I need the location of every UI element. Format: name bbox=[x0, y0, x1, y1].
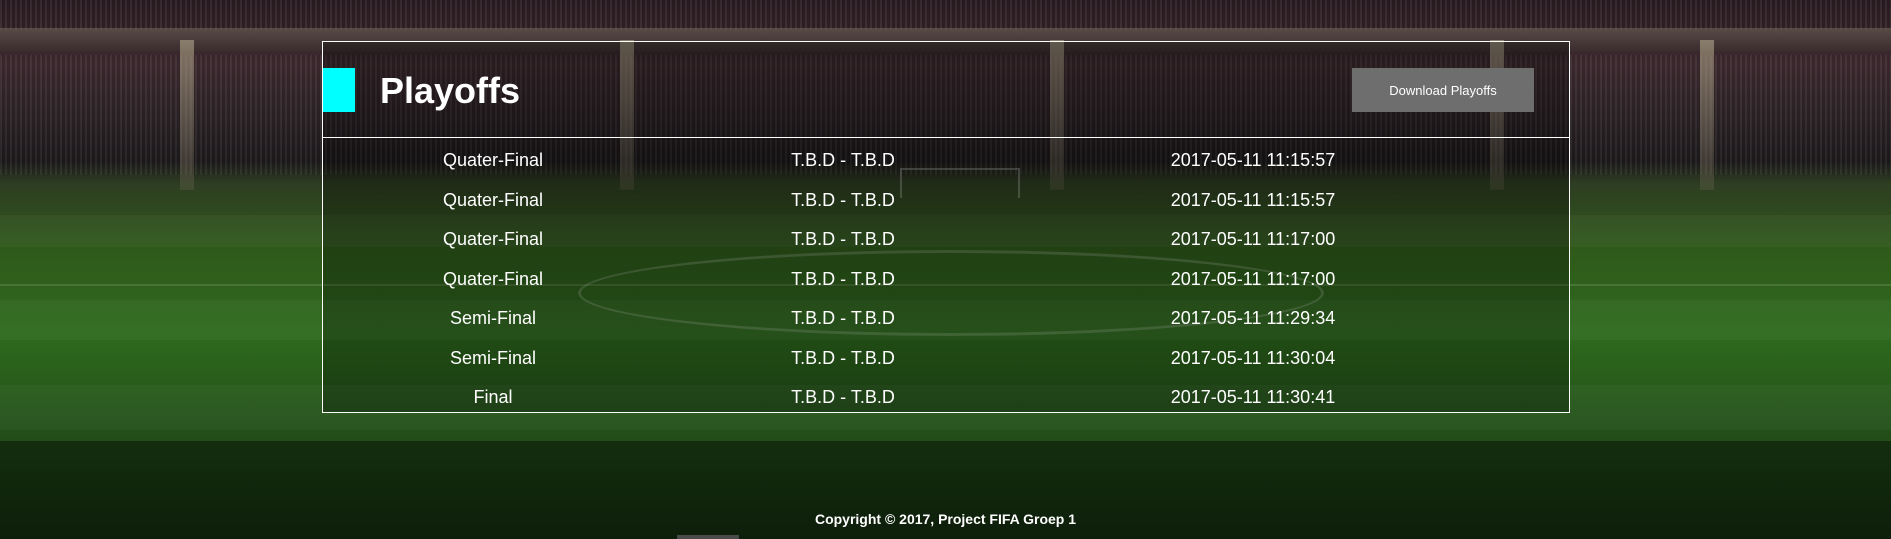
scrollbar-thumb[interactable] bbox=[677, 535, 739, 539]
table-row: Quater-Final T.B.D - T.B.D 2017-05-11 11… bbox=[323, 220, 1569, 260]
crowd-upper bbox=[0, 0, 1891, 30]
datetime-cell: 2017-05-11 11:15:57 bbox=[1170, 150, 1336, 170]
stadium-pillar bbox=[1700, 40, 1714, 190]
datetime-cell: 2017-05-11 11:30:41 bbox=[1170, 387, 1336, 407]
table-row: Quater-Final T.B.D - T.B.D 2017-05-11 11… bbox=[323, 260, 1569, 300]
round-cell: Semi-Final bbox=[449, 308, 537, 328]
round-cell: Quater-Final bbox=[442, 268, 544, 289]
table-row: Final T.B.D - T.B.D 2017-05-11 11:30:41 bbox=[323, 378, 1569, 418]
match-cell: T.B.D - T.B.D bbox=[791, 308, 895, 328]
footer: Copyright © 2017, Project FIFA Groep 1 bbox=[0, 441, 1891, 539]
download-playoffs-button[interactable]: Download Playoffs bbox=[1352, 68, 1534, 112]
match-cell: T.B.D - T.B.D bbox=[791, 229, 895, 249]
match-cell: T.B.D - T.B.D bbox=[791, 150, 895, 170]
datetime-cell: 2017-05-11 11:17:00 bbox=[1170, 229, 1336, 249]
round-cell: Semi-Final bbox=[449, 347, 537, 368]
round-cell: Final bbox=[473, 387, 513, 407]
match-cell: T.B.D - T.B.D bbox=[791, 189, 895, 210]
table-row: Semi-Final T.B.D - T.B.D 2017-05-11 11:3… bbox=[323, 339, 1569, 379]
copyright-text: Copyright © 2017, Project FIFA Groep 1 bbox=[814, 511, 1077, 527]
round-cell: Quater-Final bbox=[442, 189, 544, 210]
datetime-cell: 2017-05-11 11:29:34 bbox=[1170, 308, 1336, 328]
page-title: Playoffs bbox=[380, 70, 521, 111]
stadium-pillar bbox=[180, 40, 194, 190]
accent-square bbox=[323, 68, 355, 112]
table-row: Semi-Final T.B.D - T.B.D 2017-05-11 11:2… bbox=[323, 299, 1569, 339]
datetime-cell: 2017-05-11 11:17:00 bbox=[1170, 268, 1336, 289]
match-cell: T.B.D - T.B.D bbox=[791, 387, 895, 407]
match-cell: T.B.D - T.B.D bbox=[791, 347, 895, 368]
match-cell: T.B.D - T.B.D bbox=[791, 268, 895, 289]
round-cell: Quater-Final bbox=[442, 150, 544, 170]
table-row: Quater-Final T.B.D - T.B.D 2017-05-11 11… bbox=[323, 141, 1569, 181]
datetime-cell: 2017-05-11 11:15:57 bbox=[1170, 189, 1336, 210]
playoffs-panel: Playoffs Download Playoffs Quater-Final … bbox=[322, 41, 1570, 413]
panel-header: Playoffs Download Playoffs bbox=[323, 42, 1569, 138]
playoffs-table: Quater-Final T.B.D - T.B.D 2017-05-11 11… bbox=[323, 141, 1569, 418]
datetime-cell: 2017-05-11 11:30:04 bbox=[1170, 347, 1336, 368]
table-row: Quater-Final T.B.D - T.B.D 2017-05-11 11… bbox=[323, 181, 1569, 221]
round-cell: Quater-Final bbox=[442, 229, 544, 249]
